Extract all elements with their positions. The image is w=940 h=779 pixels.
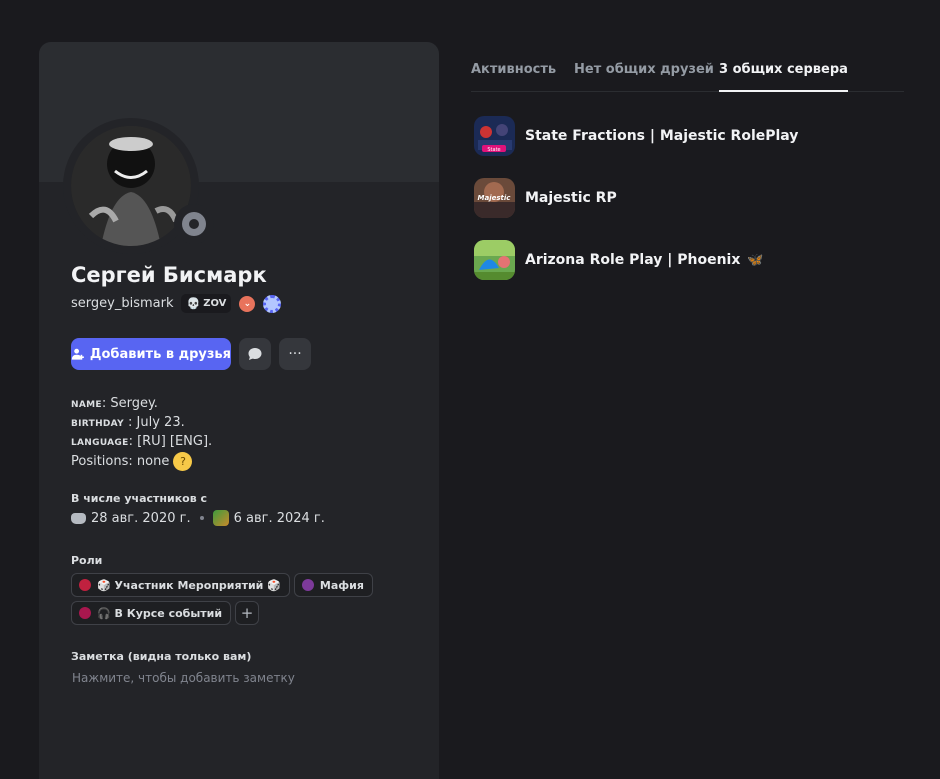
role-pill[interactable]: Мафия	[293, 573, 373, 597]
server-icon-text: State	[487, 147, 500, 153]
thinking-face-icon: ?	[173, 452, 193, 471]
butterfly-icon: 🦋	[747, 253, 764, 268]
tab-activity[interactable]: Активность	[471, 58, 556, 92]
server-icon-text: Majestic	[478, 194, 512, 202]
bio-birthday-line: BIRTHDAY : July 23.	[71, 415, 185, 430]
more-options-button[interactable]: ···	[279, 338, 311, 370]
member-since-title: В числе участников с	[71, 492, 208, 505]
discord-join-date: 28 авг. 2020 г.	[91, 510, 191, 526]
server-item[interactable]: Majestic Majestic RP	[474, 178, 798, 218]
server-icon	[212, 510, 229, 526]
profile-actions: Добавить в друзья ···	[71, 338, 311, 370]
discord-icon	[71, 512, 86, 524]
note-title: Заметка (видна только вам)	[71, 650, 252, 663]
bio-language-line: LANGUAGE: [RU] [ENG].	[71, 434, 213, 449]
note-input[interactable]: Нажмите, чтобы добавить заметку	[72, 671, 295, 685]
role-color-dot	[301, 579, 314, 591]
roles-list: 🎲 Участник Мероприятий 🎲 Мафия 🎧 В Курсе…	[71, 573, 411, 625]
server-icon-arizona	[474, 240, 515, 280]
server-item[interactable]: State State Fractions | Majestic RolePla…	[474, 116, 798, 156]
bio-name-line: NAME: Sergey.	[71, 396, 158, 411]
display-name: Сергей Бисмарк	[71, 263, 267, 287]
server-name: Majestic RP	[525, 190, 617, 206]
username[interactable]: sergey_bismark	[71, 296, 173, 311]
profile-tabs: Активность Нет общих друзей 3 общих серв…	[471, 58, 904, 92]
role-label: Мафия	[319, 578, 364, 592]
server-icon-state-fractions: State	[474, 116, 515, 156]
offline-status-icon	[182, 212, 206, 236]
add-friend-label: Добавить в друзья	[89, 346, 231, 362]
server-name: State Fractions | Majestic RolePlay	[525, 128, 799, 144]
bio-positions-line: Positions: none ?	[71, 452, 212, 471]
status-indicator	[174, 204, 214, 244]
server-item[interactable]: Arizona Role Play | Phoenix 🦋	[474, 240, 798, 280]
server-icon-majestic: Majestic	[474, 178, 515, 218]
server-join-date: 6 авг. 2024 г.	[233, 510, 325, 526]
avatar-image	[71, 126, 191, 246]
server-tag-badge[interactable]: 💀 ZOV	[181, 294, 232, 313]
message-button[interactable]	[239, 338, 271, 370]
tab-mutual-friends[interactable]: Нет общих друзей	[574, 58, 714, 92]
roles-title: Роли	[71, 554, 103, 567]
bio: NAME: Sergey. BIRTHDAY : July 23. LANGUA…	[71, 395, 212, 471]
profile-card: Сергей Бисмарк sergey_bismark 💀 ZOV ⌄ До…	[39, 42, 439, 779]
add-user-icon	[71, 348, 84, 360]
avatar-wrapper[interactable]	[63, 118, 214, 254]
chat-bubble-icon	[248, 348, 262, 360]
dot-separator	[199, 516, 204, 520]
username-row: sergey_bismark 💀 ZOV ⌄	[71, 294, 282, 313]
server-name: Arizona Role Play | Phoenix 🦋	[525, 252, 764, 268]
add-friend-button[interactable]: Добавить в друзья	[71, 338, 231, 370]
tab-mutual-servers[interactable]: 3 общих сервера	[719, 58, 848, 92]
role-pill[interactable]: 🎧 В Курсе событий	[71, 601, 232, 625]
member-since-row: 28 авг. 2020 г. 6 авг. 2024 г.	[71, 510, 325, 526]
role-color-dot	[79, 579, 91, 591]
role-pill[interactable]: 🎲 Участник Мероприятий 🎲	[71, 573, 290, 597]
add-role-button[interactable]: +	[235, 601, 260, 625]
chevron-down-badge-icon[interactable]: ⌄	[239, 295, 256, 312]
more-icon: ···	[288, 346, 302, 362]
mutual-servers-list: State State Fractions | Majestic RolePla…	[474, 116, 798, 302]
server-tag-label: ZOV	[203, 298, 227, 309]
skull-icon: 💀	[186, 297, 201, 310]
role-color-dot	[79, 607, 91, 619]
nitro-badge-icon[interactable]	[263, 294, 282, 313]
role-label: 🎲 Участник Мероприятий 🎲	[97, 578, 281, 592]
avatar[interactable]	[71, 126, 191, 246]
role-label: 🎧 В Курсе событий	[97, 606, 223, 620]
